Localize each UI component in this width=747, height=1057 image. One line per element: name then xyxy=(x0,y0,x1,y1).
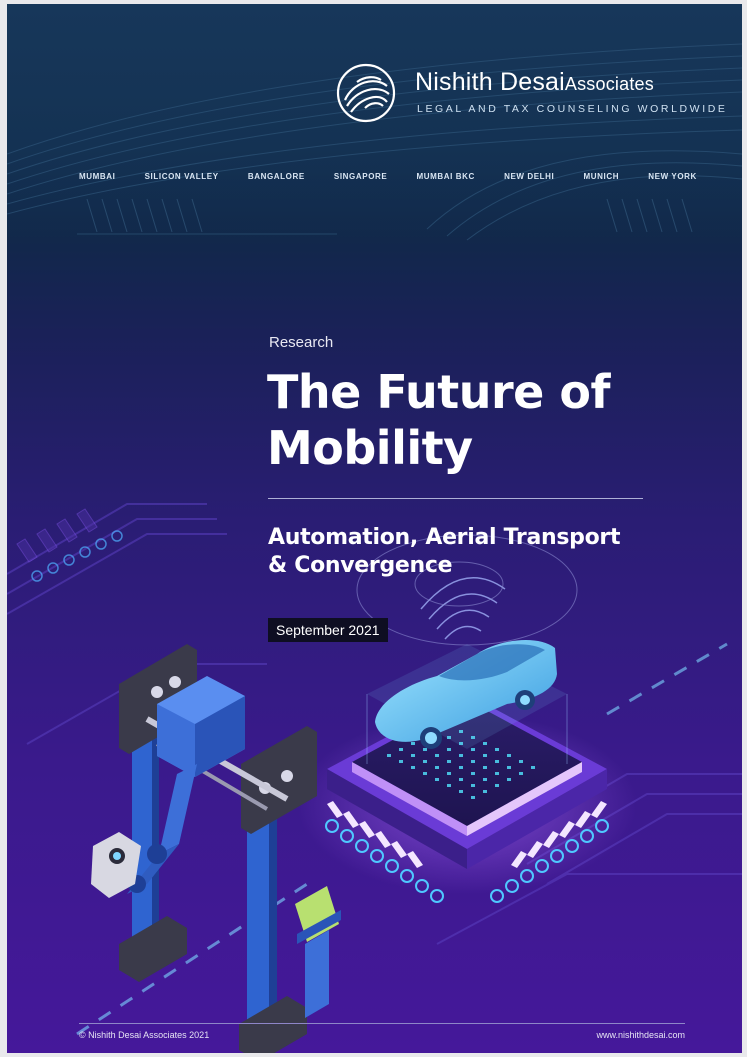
brand-tagline: LEGAL AND TAX COUNSELING WORLDWIDE xyxy=(417,103,728,115)
city-new-york: NEW YORK xyxy=(648,172,697,181)
firm-logo-icon xyxy=(336,63,396,123)
city-silicon-valley: SILICON VALLEY xyxy=(144,172,219,181)
title-line-2: Mobility xyxy=(267,421,473,475)
subtitle-line-1: Automation, Aerial Transport xyxy=(268,525,621,550)
brand-name: Nishith DesaiAssociates xyxy=(415,68,654,97)
brand-name-suffix: Associates xyxy=(564,74,654,94)
city-bangalore: BANGALORE xyxy=(247,172,305,181)
title-divider xyxy=(268,498,643,499)
cover-page: Nishith DesaiAssociates LEGAL AND TAX CO… xyxy=(7,4,742,1053)
city-munich: MUNICH xyxy=(583,172,620,181)
document-title: The Future of Mobility xyxy=(267,364,707,476)
publication-date: September 2021 xyxy=(268,618,388,642)
signal-waves-icon xyxy=(420,577,506,640)
city-mumbai-bkc: MUMBAI BKC xyxy=(416,172,475,181)
title-line-1: The Future of xyxy=(267,365,610,419)
city-singapore: SINGAPORE xyxy=(333,172,388,181)
office-cities: MUMBAI SILICON VALLEY BANGALORE SINGAPOR… xyxy=(79,172,697,181)
document-category: Research xyxy=(269,334,334,351)
subtitle-line-2: & Convergence xyxy=(268,553,453,578)
city-mumbai: MUMBAI xyxy=(79,172,116,181)
brand-name-main: Nishith Desai xyxy=(415,68,565,96)
header-texture xyxy=(7,43,742,241)
website-link[interactable]: www.nishithdesai.com xyxy=(596,1030,685,1040)
copyright-notice: © Nishith Desai Associates 2021 xyxy=(79,1030,210,1040)
robot-arm-icon xyxy=(91,644,341,1053)
city-new-delhi: NEW DELHI xyxy=(504,172,555,181)
footer-divider xyxy=(79,1023,685,1024)
document-subtitle: Automation, Aerial Transport & Convergen… xyxy=(268,524,688,580)
